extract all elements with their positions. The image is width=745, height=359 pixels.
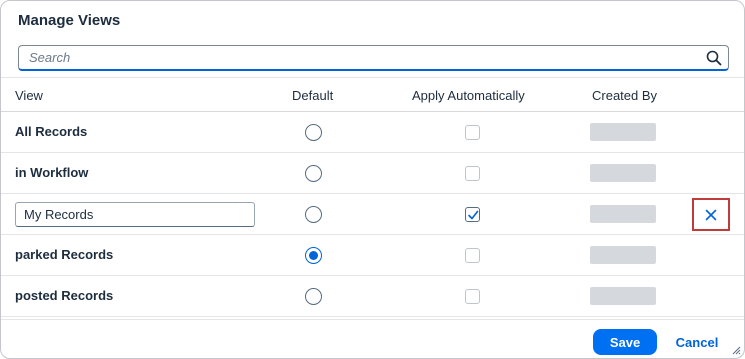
- delete-view-button[interactable]: [692, 198, 730, 231]
- dialog-footer: Save Cancel: [1, 319, 744, 358]
- view-name: posted Records: [15, 288, 114, 303]
- column-header-apply-automatically: Apply Automatically: [412, 88, 525, 103]
- column-header-view: View: [15, 88, 43, 103]
- apply-automatically-checkbox[interactable]: [465, 248, 480, 263]
- view-name-input[interactable]: [15, 202, 255, 227]
- manage-views-dialog: Manage Views View Default Apply Automati…: [0, 0, 745, 359]
- save-button[interactable]: Save: [593, 329, 657, 355]
- apply-automatically-checkbox[interactable]: [465, 166, 480, 181]
- apply-automatically-checkbox[interactable]: [465, 207, 480, 222]
- created-by-placeholder: [590, 123, 656, 141]
- apply-automatically-checkbox[interactable]: [465, 289, 480, 304]
- default-radio[interactable]: [305, 206, 322, 223]
- search-field[interactable]: [18, 45, 729, 71]
- created-by-placeholder: [590, 246, 656, 264]
- checkmark-icon: [468, 210, 479, 220]
- default-radio[interactable]: [305, 165, 322, 182]
- table-row: parked Records: [1, 235, 744, 276]
- search-icon[interactable]: [706, 50, 722, 66]
- column-header-created-by: Created By: [592, 88, 658, 103]
- default-radio[interactable]: [305, 247, 322, 264]
- created-by-placeholder: [590, 287, 656, 305]
- column-header-default: Default: [292, 88, 334, 103]
- apply-automatically-checkbox[interactable]: [465, 125, 480, 140]
- cancel-button[interactable]: Cancel: [667, 329, 727, 355]
- view-name: in Workflow: [15, 165, 89, 180]
- created-by-placeholder: [590, 205, 656, 223]
- created-by-placeholder: [590, 164, 656, 182]
- table-row: All Records: [1, 112, 744, 153]
- default-radio[interactable]: [305, 288, 322, 305]
- table-row: posted Records: [1, 276, 744, 317]
- default-radio[interactable]: [305, 124, 322, 141]
- dialog-title: Manage Views: [18, 12, 121, 29]
- search-input[interactable]: [19, 46, 699, 68]
- close-icon: [705, 209, 717, 220]
- table-row: [1, 194, 744, 235]
- view-name: All Records: [15, 124, 88, 139]
- view-name: parked Records: [15, 247, 114, 262]
- table-row: in Workflow: [1, 153, 744, 194]
- table-header: View Default Apply Automatically Created…: [1, 77, 744, 112]
- resize-handle-icon[interactable]: [731, 345, 741, 355]
